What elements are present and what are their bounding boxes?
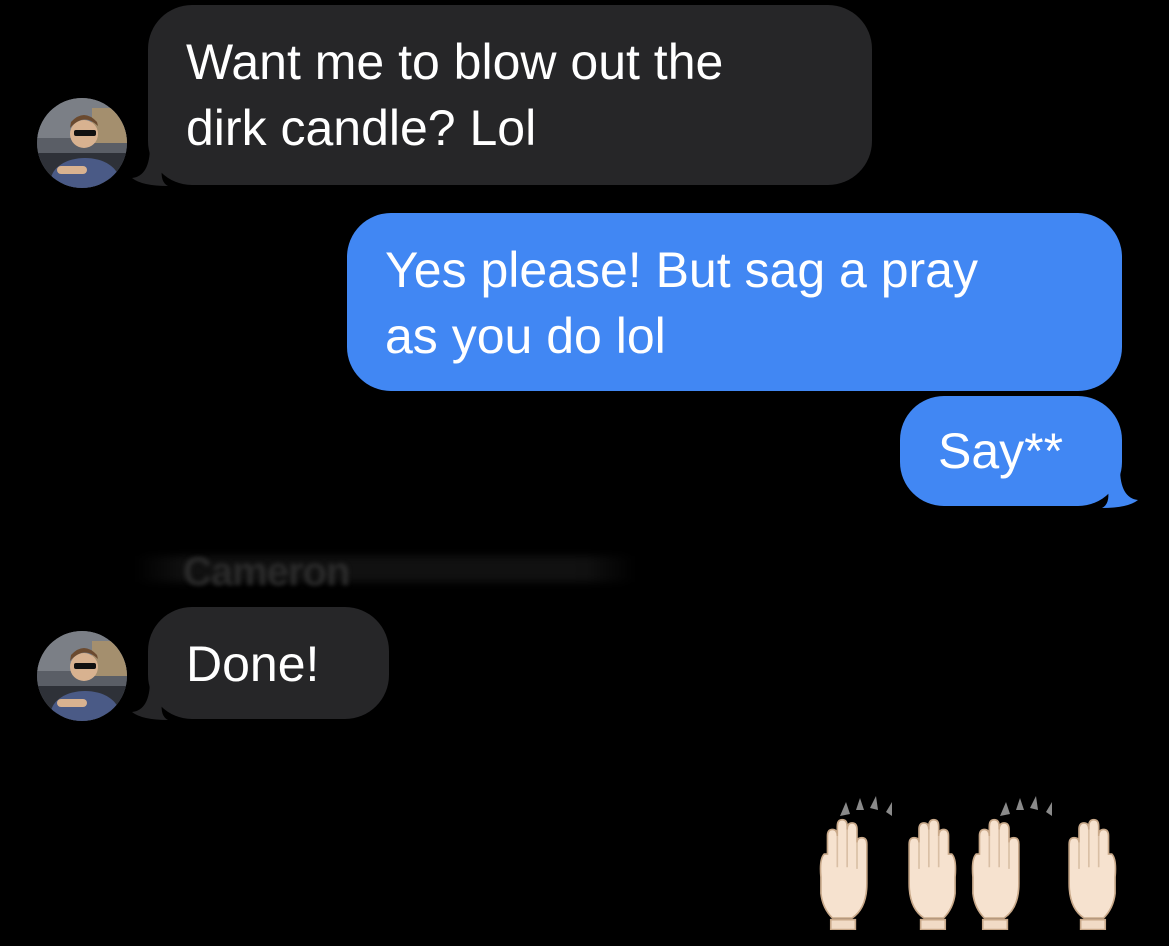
- message-text-line: Want me to blow out the: [186, 34, 724, 90]
- contact-avatar[interactable]: [37, 98, 127, 188]
- raising-hands-icon: [819, 796, 1117, 930]
- message-thread: Want me to blow out the dirk candle? Lol…: [0, 0, 1169, 946]
- contact-photo-icon: [37, 631, 127, 721]
- message-text-line: Yes please! But sag a pray: [385, 242, 978, 298]
- outgoing-message-bubble[interactable]: Yes please! But sag a pray as you do lol: [347, 213, 1122, 391]
- message-text-line: dirk candle? Lol: [186, 100, 537, 156]
- message-text-line: Done!: [186, 636, 320, 692]
- contact-photo-icon: [37, 98, 127, 188]
- sender-name-obscured: Cameron: [135, 542, 635, 594]
- outgoing-message-bubble[interactable]: Say**: [900, 396, 1122, 506]
- incoming-message-bubble[interactable]: Done!: [148, 607, 389, 719]
- contact-avatar[interactable]: [37, 631, 127, 721]
- sender-name-text: Cameron: [183, 550, 350, 594]
- emoji-message[interactable]: [810, 790, 1130, 930]
- incoming-bubble-tail: [132, 680, 168, 720]
- message-text-line: as you do lol: [385, 308, 666, 364]
- incoming-bubble-tail: [132, 146, 168, 186]
- incoming-message-bubble[interactable]: Want me to blow out the dirk candle? Lol: [148, 5, 872, 185]
- outgoing-bubble-tail: [1102, 468, 1138, 508]
- message-text-line: Say**: [938, 423, 1064, 479]
